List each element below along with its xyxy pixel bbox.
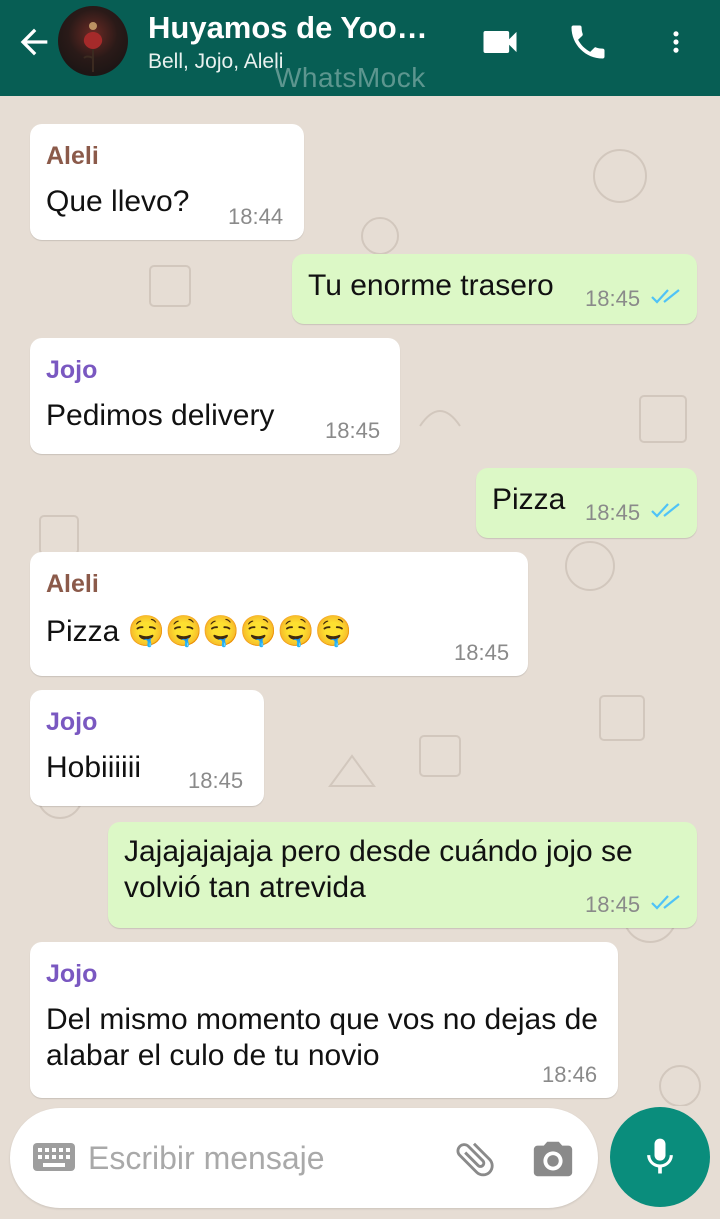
keyboard-icon[interactable] [32, 1142, 76, 1172]
message-text: Pizza 🤤🤤🤤🤤🤤🤤 [46, 615, 352, 648]
read-ticks-icon [651, 895, 680, 910]
more-vert-icon[interactable] [662, 20, 690, 64]
chat-title[interactable]: Huyamos de Yoo… [148, 10, 448, 46]
message-text: Hobiiiiii [46, 751, 142, 784]
read-ticks-icon [651, 503, 680, 518]
message-time: 18:46 [542, 1062, 598, 1087]
message-time: 18:45 [585, 892, 641, 917]
phone-icon[interactable] [566, 20, 610, 64]
sender-name: Jojo [46, 960, 98, 988]
message-text: Pedimos delivery [46, 399, 275, 432]
back-arrow-icon[interactable] [14, 22, 54, 62]
message-bubble[interactable]: Tu enorme trasero 18:45 [292, 254, 697, 324]
sender-name: Aleli [46, 142, 99, 170]
read-ticks-icon [651, 289, 680, 304]
attach-icon[interactable] [452, 1136, 498, 1182]
message-bubble[interactable]: Jojo Hobiiiiii 18:45 [30, 690, 264, 806]
message-bubble[interactable]: Aleli Pizza 🤤🤤🤤🤤🤤🤤 18:45 [30, 552, 528, 676]
message-list[interactable]: Aleli Que llevo? 18:44 Tu enorme trasero… [0, 96, 720, 1106]
camera-icon[interactable] [530, 1136, 576, 1182]
message-bubble[interactable]: Jajajajajaja pero desde cuándo jojo se v… [108, 822, 697, 928]
message-bubble[interactable]: Jojo Del mismo momento que vos no dejas … [30, 942, 618, 1098]
message-time: 18:45 [585, 500, 641, 525]
message-composer [10, 1108, 598, 1208]
message-bubble[interactable]: Jojo Pedimos delivery 18:45 [30, 338, 400, 454]
message-time: 18:45 [325, 418, 381, 443]
sender-name: Jojo [46, 708, 98, 736]
message-text: Tu enorme trasero [308, 269, 554, 302]
message-time: 18:45 [188, 768, 244, 793]
group-avatar[interactable] [58, 6, 128, 76]
sender-name: Jojo [46, 356, 98, 384]
watermark: WhatsMock [275, 62, 426, 93]
chat-header: Huyamos de Yoo… Bell, Jojo, Aleli WhatsM… [0, 0, 720, 96]
message-text: Pizza [492, 483, 566, 516]
message-text: Del mismo momento que vos no dejas de al… [46, 1003, 598, 1072]
voice-record-button[interactable] [610, 1107, 710, 1207]
video-call-icon[interactable] [474, 20, 526, 64]
message-bubble[interactable]: Pizza 18:45 [476, 468, 697, 538]
message-input[interactable] [88, 1134, 438, 1182]
message-text: Que llevo? [46, 185, 190, 218]
sender-name: Aleli [46, 570, 99, 598]
message-time: 18:45 [454, 640, 510, 665]
message-time: 18:45 [585, 286, 641, 311]
message-time: 18:44 [228, 204, 284, 229]
chat-participants[interactable]: Bell, Jojo, Aleli [148, 50, 283, 74]
message-bubble[interactable]: Aleli Que llevo? 18:44 [30, 124, 304, 240]
mic-icon [647, 1138, 673, 1174]
